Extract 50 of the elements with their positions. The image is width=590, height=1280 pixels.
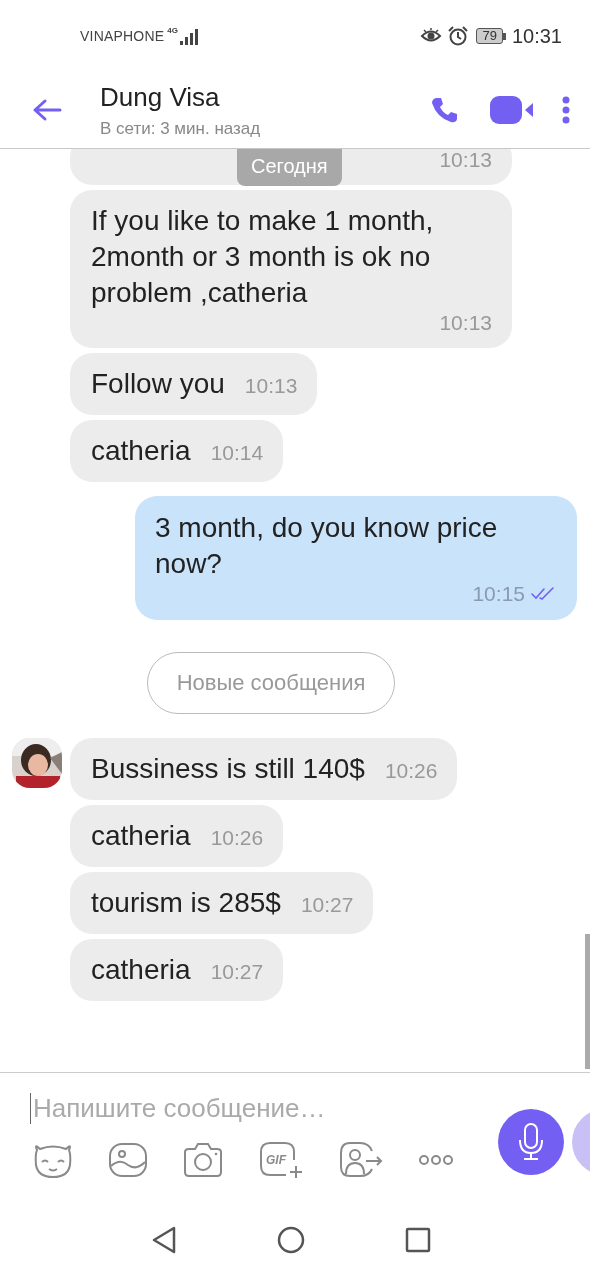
message-time: 10:27 — [300, 893, 354, 917]
more-vertical-icon — [562, 96, 570, 124]
message-time: 10:27 — [210, 960, 264, 984]
carrier-name: VINAPHONE — [80, 28, 165, 44]
network-type: 4G — [167, 26, 178, 35]
microphone-icon — [518, 1122, 544, 1162]
back-triangle-icon — [151, 1225, 177, 1255]
alarm-icon — [448, 26, 469, 46]
message-time: 10:15 — [472, 582, 525, 606]
back-button[interactable] — [32, 98, 62, 122]
message-text: catheria — [91, 434, 191, 468]
battery-indicator: 79 — [476, 28, 506, 44]
message-time: 10:13 — [439, 311, 492, 335]
home-circle-icon — [277, 1226, 305, 1254]
image-icon — [108, 1142, 148, 1178]
menu-button[interactable] — [562, 96, 570, 124]
phone-icon — [430, 96, 458, 124]
gallery-button[interactable] — [108, 1142, 148, 1178]
message-text: Bussiness is still 140$ — [91, 752, 365, 786]
message-time: 10:26 — [384, 759, 438, 783]
message-time: 10:13 — [244, 374, 298, 398]
last-seen-status: В сети: 3 мин. назад — [100, 118, 262, 139]
clock-time: 10:31 — [511, 24, 562, 48]
message-text: tourism is 285$ — [91, 886, 281, 920]
more-options-button[interactable] — [418, 1154, 454, 1166]
message-text: Follow you — [91, 367, 225, 401]
call-button[interactable] — [430, 96, 458, 124]
message-time: 10:13 — [439, 149, 492, 172]
gif-button[interactable]: GIF — [258, 1140, 304, 1180]
back-arrow-icon — [32, 98, 62, 122]
video-call-button[interactable] — [490, 96, 534, 124]
message-text: catheria — [91, 819, 191, 853]
share-contact-button[interactable] — [338, 1141, 384, 1179]
recents-square-icon — [405, 1227, 431, 1253]
back-button[interactable] — [151, 1225, 177, 1255]
message-time: 10:14 — [210, 441, 264, 465]
camera-button[interactable] — [182, 1142, 224, 1178]
recents-button[interactable] — [405, 1227, 431, 1253]
more-dots-icon — [418, 1154, 454, 1166]
home-button[interactable] — [277, 1226, 305, 1254]
message-text: 3 month, do you know price now? — [155, 511, 499, 581]
message-text: catheria — [91, 953, 191, 987]
message-input[interactable]: Напишите сообщение… — [30, 1093, 473, 1124]
contact-share-icon — [338, 1141, 384, 1179]
camera-icon — [182, 1142, 224, 1178]
message-text: If you like to make 1 month, 2month or 3 month is ok no problem ,catheria — [91, 204, 435, 310]
message-time: 10:26 — [210, 826, 264, 850]
date-label: Сегодня — [237, 149, 342, 186]
contact-name: Dung Visa — [100, 81, 221, 113]
video-camera-icon — [490, 96, 534, 124]
